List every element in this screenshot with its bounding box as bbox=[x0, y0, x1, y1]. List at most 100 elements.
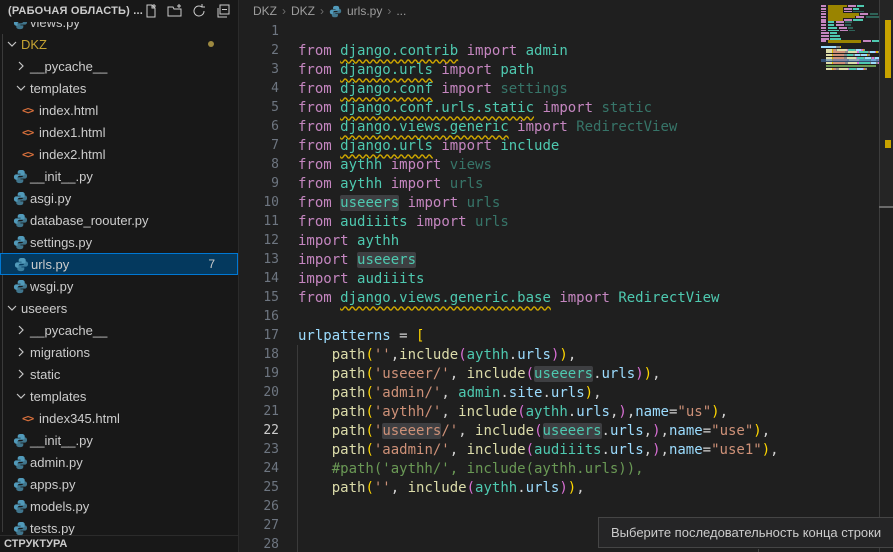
line-number: 5 bbox=[239, 100, 279, 115]
code-token: '' bbox=[374, 480, 391, 496]
statusbar-tooltip: Выберите последовательность конца строки bbox=[598, 517, 893, 548]
code-token: import bbox=[517, 119, 568, 135]
code-area[interactable]: 12from django.contrib import admin3from … bbox=[239, 22, 893, 552]
collapse-all-icon[interactable] bbox=[215, 3, 231, 19]
code-line-16[interactable]: 16 bbox=[239, 307, 893, 326]
code-token: import bbox=[559, 290, 610, 306]
breadcrumb-item[interactable]: urls.py bbox=[347, 4, 382, 18]
tree-item-migrations[interactable]: migrations bbox=[0, 341, 238, 363]
breadcrumb-item[interactable]: DKZ bbox=[291, 4, 315, 18]
code-line-2[interactable]: 2from django.contrib import admin bbox=[239, 41, 893, 60]
code-line-10[interactable]: 10from useeers import urls bbox=[239, 193, 893, 212]
code-token bbox=[298, 366, 332, 382]
code-line-9[interactable]: 9from aythh import urls bbox=[239, 174, 893, 193]
python-icon bbox=[13, 499, 28, 514]
code-token bbox=[298, 385, 332, 401]
file-label: wsgi.py bbox=[30, 279, 73, 294]
code-line-25[interactable]: 25 path('', include(aythh.urls)), bbox=[239, 478, 893, 497]
tree-item-static[interactable]: static bbox=[0, 363, 238, 385]
code-token: ) bbox=[644, 366, 652, 382]
line-number: 7 bbox=[239, 138, 279, 153]
code-line-17[interactable]: 17urlpatterns = [ bbox=[239, 326, 893, 345]
code-line-7[interactable]: 7from django.urls import include bbox=[239, 136, 893, 155]
ruler-warning-mark bbox=[885, 140, 891, 148]
code-token: . bbox=[500, 385, 508, 401]
code-token: name bbox=[669, 423, 703, 439]
file-label: settings.py bbox=[30, 235, 92, 250]
tree-item--init-py[interactable]: __init__.py bbox=[0, 165, 238, 187]
tree-item-dkz[interactable]: DKZ bbox=[0, 33, 238, 55]
tree-item-admin-py[interactable]: admin.py bbox=[0, 451, 238, 473]
code-line-26[interactable]: 26 bbox=[239, 497, 893, 516]
refresh-icon[interactable] bbox=[191, 3, 207, 19]
code-token: admin bbox=[526, 43, 568, 59]
tooltip-text: Выберите последовательность конца строки bbox=[611, 525, 881, 540]
code-token bbox=[408, 214, 416, 230]
code-line-12[interactable]: 12import aythh bbox=[239, 231, 893, 250]
code-line-5[interactable]: 5from django.conf.urls.static import sta… bbox=[239, 98, 893, 117]
tree-item-models-py[interactable]: models.py bbox=[0, 495, 238, 517]
code-line-3[interactable]: 3from django.urls import path bbox=[239, 60, 893, 79]
file-label: index.html bbox=[39, 103, 98, 118]
tree-item-database-roouter-py[interactable]: database_roouter.py bbox=[0, 209, 238, 231]
outline-section-header[interactable]: СТРУКТУРА bbox=[0, 535, 238, 552]
tree-item--init-py[interactable]: __init__.py bbox=[0, 429, 238, 451]
tree-item-useeers[interactable]: useeers bbox=[0, 297, 238, 319]
code-token bbox=[458, 43, 466, 59]
tree-item-index2-html[interactable]: <>index2.html bbox=[0, 143, 238, 165]
breadcrumb-item[interactable]: DKZ bbox=[253, 4, 277, 18]
line-number: 14 bbox=[239, 271, 279, 286]
code-token: django.views.generic bbox=[340, 119, 509, 135]
tree-item-index-html[interactable]: <>index.html bbox=[0, 99, 238, 121]
line-number: 25 bbox=[239, 480, 279, 495]
python-icon bbox=[13, 235, 28, 250]
new-file-icon[interactable] bbox=[143, 3, 159, 19]
code-token bbox=[467, 214, 475, 230]
code-token: include bbox=[408, 480, 467, 496]
explorer-section-header[interactable]: (РАБОЧАЯ ОБЛАСТЬ) ... bbox=[0, 0, 238, 22]
code-line-19[interactable]: 19 path('useeer/', include(useeers.urls)… bbox=[239, 364, 893, 383]
code-token: urls bbox=[475, 214, 509, 230]
line-number: 21 bbox=[239, 404, 279, 419]
code-token: import bbox=[298, 271, 349, 287]
tree-item-templates[interactable]: templates bbox=[0, 385, 238, 407]
code-line-15[interactable]: 15from django.views.generic.base import … bbox=[239, 288, 893, 307]
code-line-22[interactable]: 22 path('useeers/', include(useeers.urls… bbox=[239, 421, 893, 440]
code-line-21[interactable]: 21 path('aythh/', include(aythh.urls,),n… bbox=[239, 402, 893, 421]
tree-item-wsgi-py[interactable]: wsgi.py bbox=[0, 275, 238, 297]
tree-item--pycache-[interactable]: __pycache__ bbox=[0, 319, 238, 341]
tree-item-asgi-py[interactable]: asgi.py bbox=[0, 187, 238, 209]
tree-item--pycache-[interactable]: __pycache__ bbox=[0, 55, 238, 77]
code-line-24[interactable]: 24 #path('aythh/', include(aythh.urls)), bbox=[239, 459, 893, 478]
code-token: , bbox=[450, 366, 467, 382]
line-number: 11 bbox=[239, 214, 279, 229]
breadcrumb-item[interactable]: ... bbox=[396, 4, 406, 18]
code-token: import bbox=[542, 100, 593, 116]
tree-item-urls-py[interactable]: urls.py7 bbox=[0, 253, 238, 275]
tree-item-index345-html[interactable]: <>index345.html bbox=[0, 407, 238, 429]
tree-item-templates[interactable]: templates bbox=[0, 77, 238, 99]
minimap[interactable] bbox=[821, 0, 879, 552]
code-line-18[interactable]: 18 path('',include(aythh.urls)), bbox=[239, 345, 893, 364]
code-line-13[interactable]: 13import useeers bbox=[239, 250, 893, 269]
chevron-down-icon bbox=[13, 80, 29, 96]
scrollbar[interactable] bbox=[880, 0, 893, 552]
code-token: , bbox=[441, 385, 458, 401]
code-token bbox=[332, 195, 340, 211]
code-line-4[interactable]: 4from django.conf import settings bbox=[239, 79, 893, 98]
tree-item-settings-py[interactable]: settings.py bbox=[0, 231, 238, 253]
code-token: aythh bbox=[475, 480, 517, 496]
new-folder-icon[interactable] bbox=[167, 3, 183, 19]
workspace-title[interactable]: (РАБОЧАЯ ОБЛАСТЬ) ... bbox=[8, 5, 143, 17]
code-line-11[interactable]: 11from audiiits import urls bbox=[239, 212, 893, 231]
code-line-6[interactable]: 6from django.views.generic import Redire… bbox=[239, 117, 893, 136]
code-line-8[interactable]: 8from aythh import views bbox=[239, 155, 893, 174]
code-line-20[interactable]: 20 path('admin/', admin.site.urls), bbox=[239, 383, 893, 402]
code-token: import bbox=[441, 62, 492, 78]
code-token: from bbox=[298, 119, 332, 135]
code-line-23[interactable]: 23 path('aadmin/', include(audiiits.urls… bbox=[239, 440, 893, 459]
code-line-1[interactable]: 1 bbox=[239, 22, 893, 41]
tree-item-apps-py[interactable]: apps.py bbox=[0, 473, 238, 495]
tree-item-index1-html[interactable]: <>index1.html bbox=[0, 121, 238, 143]
code-line-14[interactable]: 14import audiiits bbox=[239, 269, 893, 288]
